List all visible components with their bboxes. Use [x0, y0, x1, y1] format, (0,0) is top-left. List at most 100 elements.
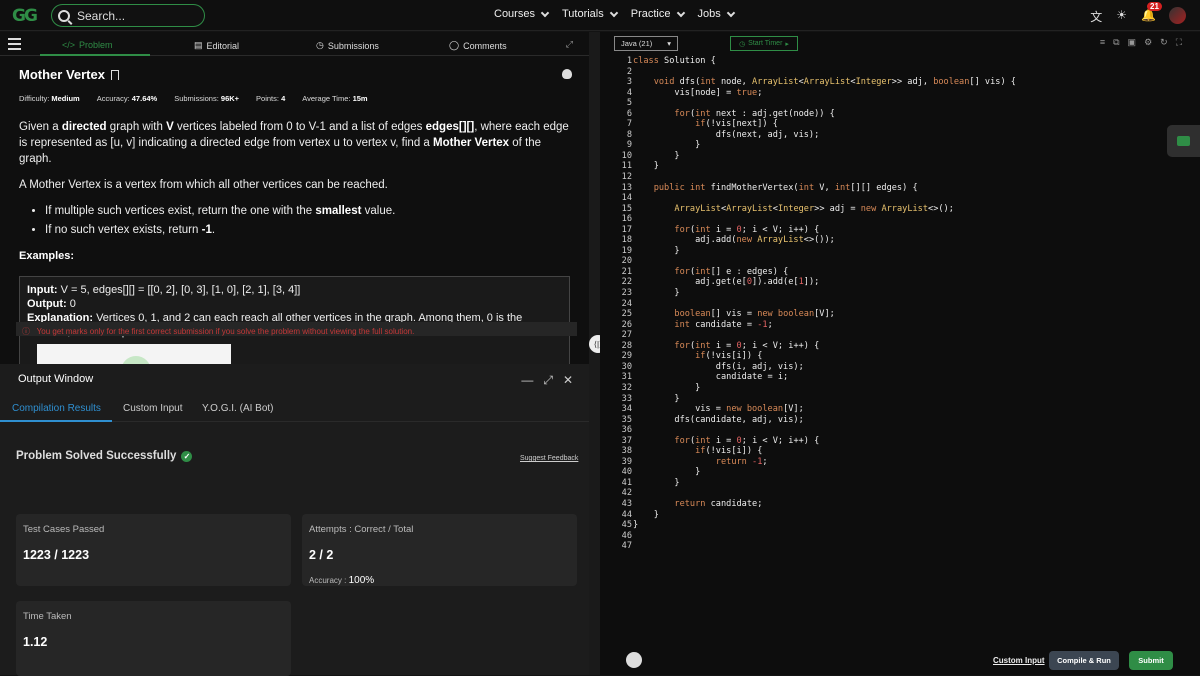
list-item: If no such vertex exists, return -1.	[45, 222, 570, 238]
desc-text: If multiple such vertices exist, return …	[45, 205, 313, 217]
search-icon	[58, 9, 70, 22]
tab-submissions[interactable]: ◷ Submissions	[316, 40, 379, 51]
tab-editorial[interactable]: ▤ Editorial	[194, 40, 239, 51]
custom-input-link[interactable]: Custom Input	[993, 656, 1045, 665]
editor-toolbar: Java (21) ▾ ◷ Start Timer ▸ ≡ ⧉ ▣ ⚙ ↻ ⛶	[600, 32, 1200, 56]
line-numbers: 1 2 3 4 5 6 7 8 9 10 11 12 13 14 15 16 1…	[621, 56, 632, 552]
tab-problem[interactable]: </> Problem	[62, 40, 113, 50]
format-icon[interactable]: ⚙	[1144, 37, 1152, 48]
attempts-card: Attempts : Correct / Total 2 / 2 Accurac…	[302, 514, 577, 586]
clock-icon: ◷	[316, 40, 324, 50]
nav-jobs[interactable]: Jobs	[697, 8, 735, 20]
desc-bold: -1	[201, 224, 212, 236]
chat-bot-button[interactable]	[1167, 125, 1200, 157]
output-value: 0	[69, 298, 76, 310]
editor-footer: Custom Input Compile & Run Submit	[600, 646, 1200, 675]
tab-comments[interactable]: ◯ Comments	[449, 40, 507, 51]
tab-compilation-results[interactable]: Compilation Results	[12, 403, 101, 414]
close-icon[interactable]: ✕	[563, 373, 573, 388]
points-value: 4	[281, 94, 286, 103]
timer-label: Start Timer	[748, 40, 783, 47]
problem-panel: </> Problem ▤ Editorial ◷ Submissions ◯ Comm…	[0, 32, 589, 676]
difficulty-label: Difficulty:	[19, 94, 50, 103]
desc-text: .	[211, 224, 216, 236]
bookmark-icon[interactable]	[110, 69, 119, 80]
avatar[interactable]	[1169, 7, 1186, 24]
code-editor[interactable]: 1 2 3 4 5 6 7 8 9 10 11 12 13 14 15 16 1…	[600, 56, 1200, 646]
language-select[interactable]: Java (21) ▾	[614, 36, 678, 51]
avg-time-label: Average Time:	[302, 94, 351, 103]
reset-icon[interactable]: ↻	[1160, 37, 1168, 48]
accuracy-label: Accuracy:	[96, 94, 130, 103]
theme-toggle-icon[interactable]: ☀	[1116, 8, 1127, 25]
document-icon: ▤	[194, 40, 203, 50]
translate-icon[interactable]: 文	[1090, 8, 1102, 25]
chevron-down-icon	[540, 8, 550, 17]
test-cases-card: Test Cases Passed 1223 / 1223	[16, 514, 291, 586]
output-header: Output Window — ⤢ ✕	[0, 364, 589, 394]
avg-time-value: 15m	[352, 94, 368, 103]
tab-label: Problem	[79, 40, 113, 50]
accuracy-value: 47.64%	[131, 94, 158, 103]
submissions-label: Submissions:	[174, 94, 219, 103]
input-value: V = 5, edges[][] = [[0, 2], [0, 3], [1, …	[60, 284, 301, 296]
output-tabs: Compilation Results Custom Input Y.O.G.I…	[0, 394, 589, 422]
output-controls: — ⤢ ✕	[521, 373, 573, 388]
menu-icon[interactable]	[8, 38, 21, 53]
chevron-down-icon	[676, 8, 685, 17]
suggest-feedback-link[interactable]: Suggest Feedback	[520, 455, 578, 462]
tab-custom-input[interactable]: Custom Input	[123, 403, 182, 414]
points-label: Points:	[256, 94, 279, 103]
check-circle-icon: ✓	[181, 450, 193, 462]
main-nav: Courses Tutorials Practice Jobs	[494, 8, 735, 20]
average-time: Average Time: 15m	[302, 94, 367, 103]
editor-tools: ≡ ⧉ ▣ ⚙ ↻ ⛶	[1100, 37, 1182, 48]
minimize-icon[interactable]: —	[521, 373, 533, 388]
attempts-value: 2 / 2	[309, 548, 334, 562]
code-content[interactable]: class Solution { void dfs(int node, Arra…	[633, 56, 1016, 531]
test-cases-value: 1223 / 1223	[23, 548, 90, 562]
tab-label: Comments	[463, 40, 507, 51]
submit-button[interactable]: Submit	[1129, 651, 1173, 670]
nav-tutorials[interactable]: Tutorials	[562, 8, 618, 20]
marks-warning: ⓘ You get marks only for the first corre…	[16, 322, 577, 336]
accuracy-value: 100%	[348, 575, 375, 586]
problem-title: Mother Vertex	[19, 67, 105, 82]
fullscreen-icon[interactable]: ⛶	[1176, 37, 1182, 48]
lightbulb-icon[interactable]	[626, 652, 642, 668]
status-text: Problem Solved Successfully	[16, 450, 177, 462]
search-input[interactable]	[77, 8, 187, 23]
description-paragraph: Given a directed graph with V vertices l…	[19, 119, 570, 167]
expand-icon[interactable]: ⤢	[566, 39, 573, 50]
tab-yogi-ai-bot[interactable]: Y.O.G.I. (AI Bot)	[202, 403, 274, 414]
description-paragraph: A Mother Vertex is a vertex from which a…	[19, 179, 388, 191]
problem-title-row: Mother Vertex	[19, 67, 570, 82]
play-icon: ▸	[785, 40, 789, 48]
panel-divider[interactable]	[589, 32, 600, 675]
difficulty: Difficulty: Medium	[19, 94, 80, 103]
chevron-down-icon	[726, 8, 735, 17]
start-timer-button[interactable]: ◷ Start Timer ▸	[730, 36, 798, 51]
notification-bell-icon[interactable]: 🔔 21	[1141, 2, 1162, 25]
desc-text: vertices labeled from 0 to V-1 and a lis…	[176, 121, 423, 133]
problem-meta: Difficulty: Medium Accuracy: 47.64% Subm…	[19, 94, 570, 103]
nav-label: Jobs	[697, 8, 721, 20]
nav-courses[interactable]: Courses	[494, 8, 550, 20]
problem-description: Given a directed graph with V vertices l…	[19, 119, 570, 386]
desc-bold: directed	[61, 121, 107, 133]
nav-practice[interactable]: Practice	[630, 8, 685, 20]
nav-label: Practice	[630, 8, 671, 20]
problem-tabs: </> Problem ▤ Editorial ◷ Submissions ◯ Comm…	[0, 32, 589, 56]
code-icon: </>	[62, 40, 76, 50]
compile-run-button[interactable]: Compile & Run	[1049, 651, 1119, 670]
gfg-logo[interactable]: GG	[12, 6, 46, 26]
bug-report-icon[interactable]	[562, 69, 572, 79]
desc-text: graph with	[109, 121, 163, 133]
maximize-icon[interactable]: ⤢	[543, 373, 553, 388]
copy-icon[interactable]: ⧉	[1113, 37, 1119, 48]
save-icon[interactable]: ▣	[1128, 37, 1137, 48]
settings-list-icon[interactable]: ≡	[1100, 37, 1105, 48]
output-label: Output:	[27, 298, 67, 310]
search-box[interactable]	[51, 4, 205, 27]
attempts-label: Attempts : Correct / Total	[309, 524, 414, 535]
